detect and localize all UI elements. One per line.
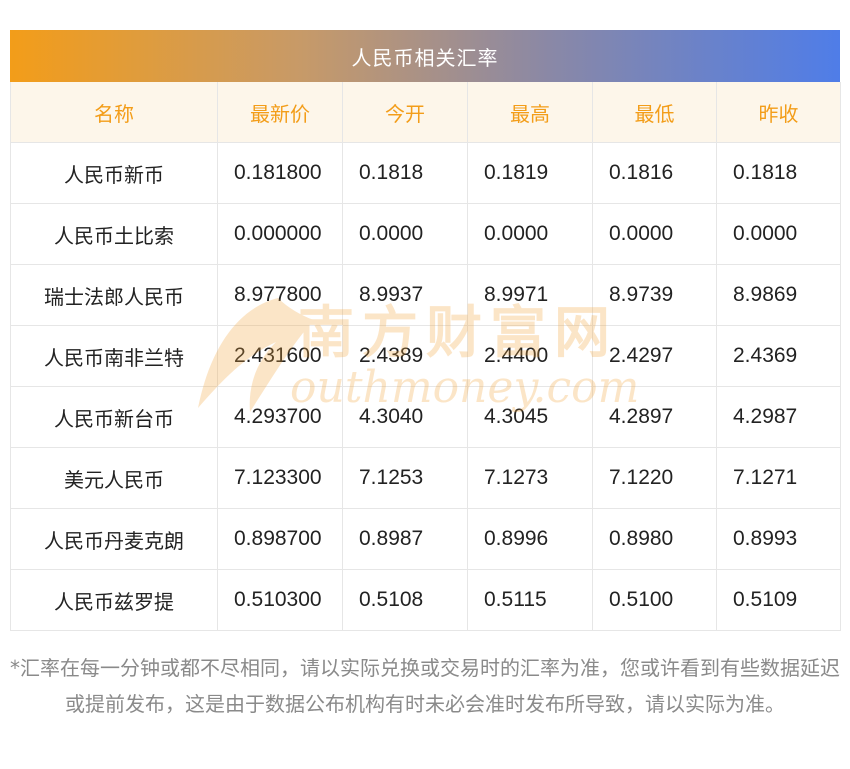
open-price: 0.0000 — [342, 203, 468, 265]
table-header-row: 名称 最新价 今开 最高 最低 昨收 — [10, 82, 841, 143]
currency-pair-name: 人民币土比索 — [10, 203, 218, 265]
table-title: 人民币相关汇率 — [351, 45, 499, 70]
table-row: 美元人民币 7.123300 7.1253 7.1273 7.1220 7.12… — [10, 447, 841, 509]
table-row: 人民币新台币 4.293700 4.3040 4.3045 4.2897 4.2… — [10, 386, 841, 448]
table-row: 人民币新币 0.181800 0.1818 0.1819 0.1816 0.18… — [10, 142, 841, 204]
low-price: 4.2897 — [592, 386, 717, 448]
prev-close-price: 0.8993 — [716, 508, 841, 570]
column-header-prev-close: 昨收 — [716, 82, 841, 143]
column-header-high: 最高 — [467, 82, 593, 143]
table-row: 人民币兹罗提 0.510300 0.5108 0.5115 0.5100 0.5… — [10, 569, 841, 631]
prev-close-price: 0.5109 — [716, 569, 841, 631]
latest-price: 0.181800 — [217, 142, 343, 204]
table-row: 人民币土比索 0.000000 0.0000 0.0000 0.0000 0.0… — [10, 203, 841, 265]
latest-price: 0.000000 — [217, 203, 343, 265]
open-price: 0.5108 — [342, 569, 468, 631]
open-price: 8.9937 — [342, 264, 468, 326]
low-price: 0.5100 — [592, 569, 717, 631]
prev-close-price: 2.4369 — [716, 325, 841, 387]
high-price: 0.5115 — [467, 569, 593, 631]
table-row: 瑞士法郎人民币 8.977800 8.9937 8.9971 8.9739 8.… — [10, 264, 841, 326]
currency-pair-name: 人民币兹罗提 — [10, 569, 218, 631]
currency-pair-name: 瑞士法郎人民币 — [10, 264, 218, 326]
exchange-rate-table: 名称 最新价 今开 最高 最低 昨收 人民币新币 0.181800 0.1818… — [10, 82, 841, 631]
open-price: 4.3040 — [342, 386, 468, 448]
currency-pair-name: 人民币新币 — [10, 142, 218, 204]
latest-price: 2.431600 — [217, 325, 343, 387]
low-price: 2.4297 — [592, 325, 717, 387]
column-header-open: 今开 — [342, 82, 468, 143]
currency-pair-name: 人民币新台币 — [10, 386, 218, 448]
latest-price: 4.293700 — [217, 386, 343, 448]
currency-pair-name: 美元人民币 — [10, 447, 218, 509]
column-header-name: 名称 — [10, 82, 218, 143]
high-price: 0.8996 — [467, 508, 593, 570]
open-price: 0.1818 — [342, 142, 468, 204]
high-price: 8.9971 — [467, 264, 593, 326]
latest-price: 0.510300 — [217, 569, 343, 631]
table-row: 人民币南非兰特 2.431600 2.4389 2.4400 2.4297 2.… — [10, 325, 841, 387]
latest-price: 0.898700 — [217, 508, 343, 570]
low-price: 0.8980 — [592, 508, 717, 570]
latest-price: 7.123300 — [217, 447, 343, 509]
open-price: 0.8987 — [342, 508, 468, 570]
prev-close-price: 4.2987 — [716, 386, 841, 448]
prev-close-price: 7.1271 — [716, 447, 841, 509]
low-price: 8.9739 — [592, 264, 717, 326]
high-price: 0.1819 — [467, 142, 593, 204]
disclaimer-note: *汇率在每一分钟或都不尽相同，请以实际兑换或交易时的汇率为准，您或许看到有些数据… — [10, 656, 840, 716]
currency-pair-name: 人民币南非兰特 — [10, 325, 218, 387]
table-title-banner: 人民币相关汇率 — [10, 30, 840, 82]
prev-close-price: 0.0000 — [716, 203, 841, 265]
currency-pair-name: 人民币丹麦克朗 — [10, 508, 218, 570]
high-price: 2.4400 — [467, 325, 593, 387]
prev-close-price: 8.9869 — [716, 264, 841, 326]
column-header-low: 最低 — [592, 82, 717, 143]
latest-price: 8.977800 — [217, 264, 343, 326]
high-price: 7.1273 — [467, 447, 593, 509]
table-row: 人民币丹麦克朗 0.898700 0.8987 0.8996 0.8980 0.… — [10, 508, 841, 570]
high-price: 0.0000 — [467, 203, 593, 265]
prev-close-price: 0.1818 — [716, 142, 841, 204]
column-header-latest: 最新价 — [217, 82, 343, 143]
open-price: 7.1253 — [342, 447, 468, 509]
low-price: 0.0000 — [592, 203, 717, 265]
low-price: 0.1816 — [592, 142, 717, 204]
low-price: 7.1220 — [592, 447, 717, 509]
open-price: 2.4389 — [342, 325, 468, 387]
high-price: 4.3045 — [467, 386, 593, 448]
